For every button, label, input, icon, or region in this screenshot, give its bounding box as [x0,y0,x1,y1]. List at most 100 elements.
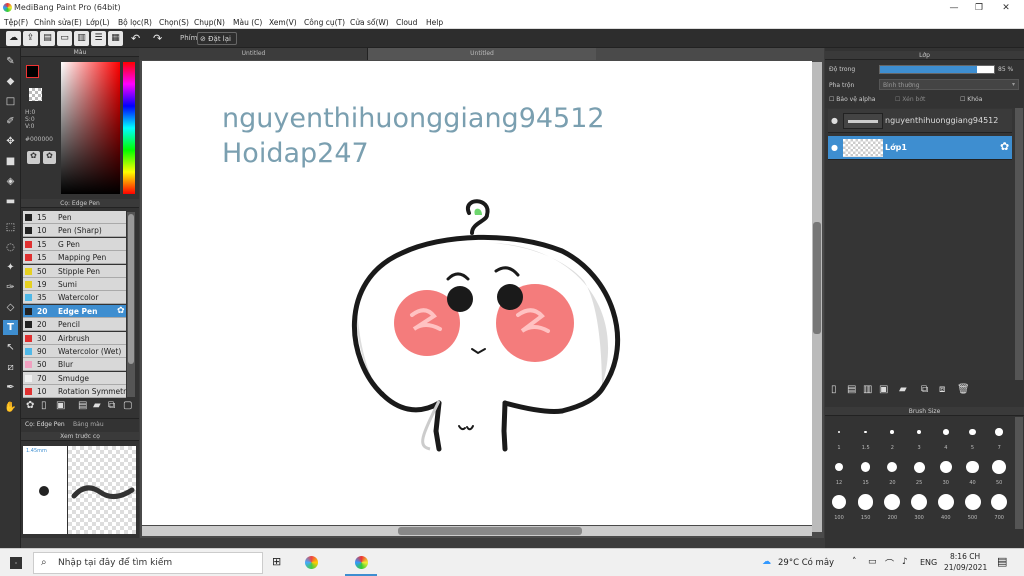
brush-size-preset[interactable]: 500 [960,490,986,522]
palette-icon[interactable]: ✿ [27,151,40,164]
brush-list-scrollbar[interactable] [127,212,135,397]
brush-item[interactable]: 90 Watercolor (Wet) [23,345,126,358]
hand-tool-icon[interactable]: ✋ [3,400,18,415]
brush-item[interactable]: 10 Rotation Symmetry [23,385,126,399]
add-layer-menu-icon[interactable]: ▣ [879,384,888,395]
menu-cloud[interactable]: Cloud [396,18,417,27]
brush-settings-icon[interactable]: ▤ [78,400,87,411]
new-8bit-layer-icon[interactable]: ▥ [863,384,872,395]
brush-size-preset[interactable]: 1.5 [853,420,879,452]
brush-item[interactable]: 20 Edge Pen ✿ [23,304,126,318]
comic-icon[interactable]: ▥ [74,31,89,46]
taskbar-search-box[interactable]: ⌕ Nhập tại đây để tìm kiếm [33,552,263,574]
brush-grid-icon[interactable]: ▢ [123,400,132,411]
minimize-button[interactable]: — [940,1,968,15]
wifi-icon[interactable]: ⌒ [885,557,894,570]
brush-item[interactable]: 15 Pen [23,211,126,224]
brush-size-preset[interactable]: 200 [879,490,905,522]
visibility-eye-icon[interactable]: ● [831,116,838,125]
color-picker-icon[interactable]: ✿ [43,151,56,164]
brush-tool-icon[interactable]: ✎ [3,54,18,69]
brush-size-preset[interactable]: 12 [826,455,852,487]
brush-size-preset[interactable]: 50 [986,455,1012,487]
new-halftone-layer-icon[interactable]: ▤ [847,384,856,395]
brush-size-preset[interactable]: 15 [853,455,879,487]
close-button[interactable]: ✕ [992,1,1020,15]
eyedropper-tool-icon[interactable]: ✒ [3,380,18,395]
select-tool-icon[interactable]: ⬚ [3,220,18,235]
start-windows-icon[interactable] [10,557,22,569]
menu-filter[interactable]: Bộ lọc(R) [118,18,152,27]
brush-size-preset[interactable]: 300 [906,490,932,522]
menu-edit[interactable]: Chỉnh sửa(E) [34,18,82,27]
bucket-tool-icon[interactable]: ◈ [3,174,18,189]
reset-snap-button[interactable]: ⊘ Đặt lại [197,32,237,45]
cloud-icon[interactable]: ☁ [6,31,21,46]
protect-alpha-checkbox[interactable]: ☐ Bảo vệ alpha [829,96,875,103]
brush-size-preset[interactable]: 1 [826,420,852,452]
browser-app-icon[interactable] [305,556,318,569]
brush-item[interactable]: 70 Smudge [23,371,126,385]
brush-item[interactable]: 10 Pen (Sharp) [23,224,126,238]
medibang-app-icon[interactable] [355,556,368,569]
brush-size-preset[interactable]: 30 [933,455,959,487]
brush-size-preset[interactable]: 2 [879,420,905,452]
tab-untitled-2[interactable]: Untitled [368,48,596,60]
tab-brush[interactable]: Cọ: Edge Pen [25,421,65,428]
brush-size-preset[interactable]: 40 [960,455,986,487]
redo-icon[interactable]: ↷ [153,32,162,45]
layer-scrollbar[interactable] [1015,108,1023,380]
menu-file[interactable]: Tệp(F) [4,18,28,27]
weather-text[interactable]: 29°C Có mây [778,558,834,568]
maximize-button[interactable]: ❐ [965,1,993,15]
select-pen-tool-icon[interactable]: ✑ [3,280,18,295]
vertical-scrollbar[interactable] [812,62,822,532]
network-icon[interactable]: ▭ [868,557,877,567]
brush-size-scrollbar[interactable] [1015,417,1023,529]
brush-size-preset[interactable]: 25 [906,455,932,487]
language-indicator[interactable]: ENG [920,558,937,567]
eraser-tool-icon[interactable]: ◆ [3,74,18,89]
tab-palette[interactable]: Bảng màu [73,421,104,428]
menu-color[interactable]: Màu (C) [233,18,262,27]
layer-item-text[interactable]: ● nguyenthihuonggiang94512 [828,109,1012,133]
task-view-icon[interactable]: ⊞ [272,555,281,568]
share-icon[interactable]: ⇪ [23,31,38,46]
merge-layer-icon[interactable]: ⧈ [939,384,945,395]
fill-rect-tool-icon[interactable]: ■ [3,154,18,169]
clock-time[interactable]: 8:16 CH [950,552,980,561]
brush-size-preset[interactable]: 150 [853,490,879,522]
brush-folder-icon[interactable]: ▰ [93,400,101,411]
brush-item[interactable]: 19 Sumi [23,278,126,291]
dot-tool-icon[interactable]: □ [3,94,18,109]
brush-item[interactable]: 50 Blur [23,358,126,372]
brush-size-preset[interactable]: 700 [986,490,1012,522]
brush-item[interactable]: 50 Stipple Pen [23,264,126,278]
pen-tool-icon[interactable]: ✐ [3,114,18,129]
text-tool-icon[interactable]: T [3,320,18,335]
foreground-color-swatch[interactable] [26,65,39,78]
duplicate-layer-icon[interactable]: ⧉ [921,384,928,395]
brush-size-preset[interactable]: 4 [933,420,959,452]
gradient-tool-icon[interactable]: ▬ [3,194,18,209]
page-icon[interactable]: ▦ [108,31,123,46]
clip-checkbox[interactable]: ☐ Xén bớt [895,96,925,103]
duplicate-brush-icon[interactable]: ⧉ [108,400,115,411]
undo-icon[interactable]: ↶ [131,32,140,45]
comment-icon[interactable]: ▭ [57,31,72,46]
brush-item[interactable]: 20 Pencil [23,318,126,332]
delete-layer-icon[interactable]: 🗑 [957,384,970,395]
select-eraser-tool-icon[interactable]: ◇ [3,300,18,315]
chevron-up-icon[interactable]: ˄ [852,557,857,567]
transparent-color-swatch[interactable] [29,88,42,101]
add-brush-icon[interactable]: ✿ [26,400,34,411]
gear-icon[interactable]: ✿ [1000,140,1009,153]
tab-untitled-1[interactable]: Untitled [140,48,368,60]
move-tool-icon[interactable]: ✥ [3,134,18,149]
brush-size-preset[interactable]: 5 [960,420,986,452]
brush-item[interactable]: 30 Airbrush [23,331,126,345]
lasso-tool-icon[interactable]: ◌ [3,240,18,255]
brush-item[interactable]: 35 Watercolor [23,291,126,305]
layer-item-lop1[interactable]: ● Lớp1 ✿ [828,136,1012,160]
list-icon[interactable]: ☰ [91,31,106,46]
